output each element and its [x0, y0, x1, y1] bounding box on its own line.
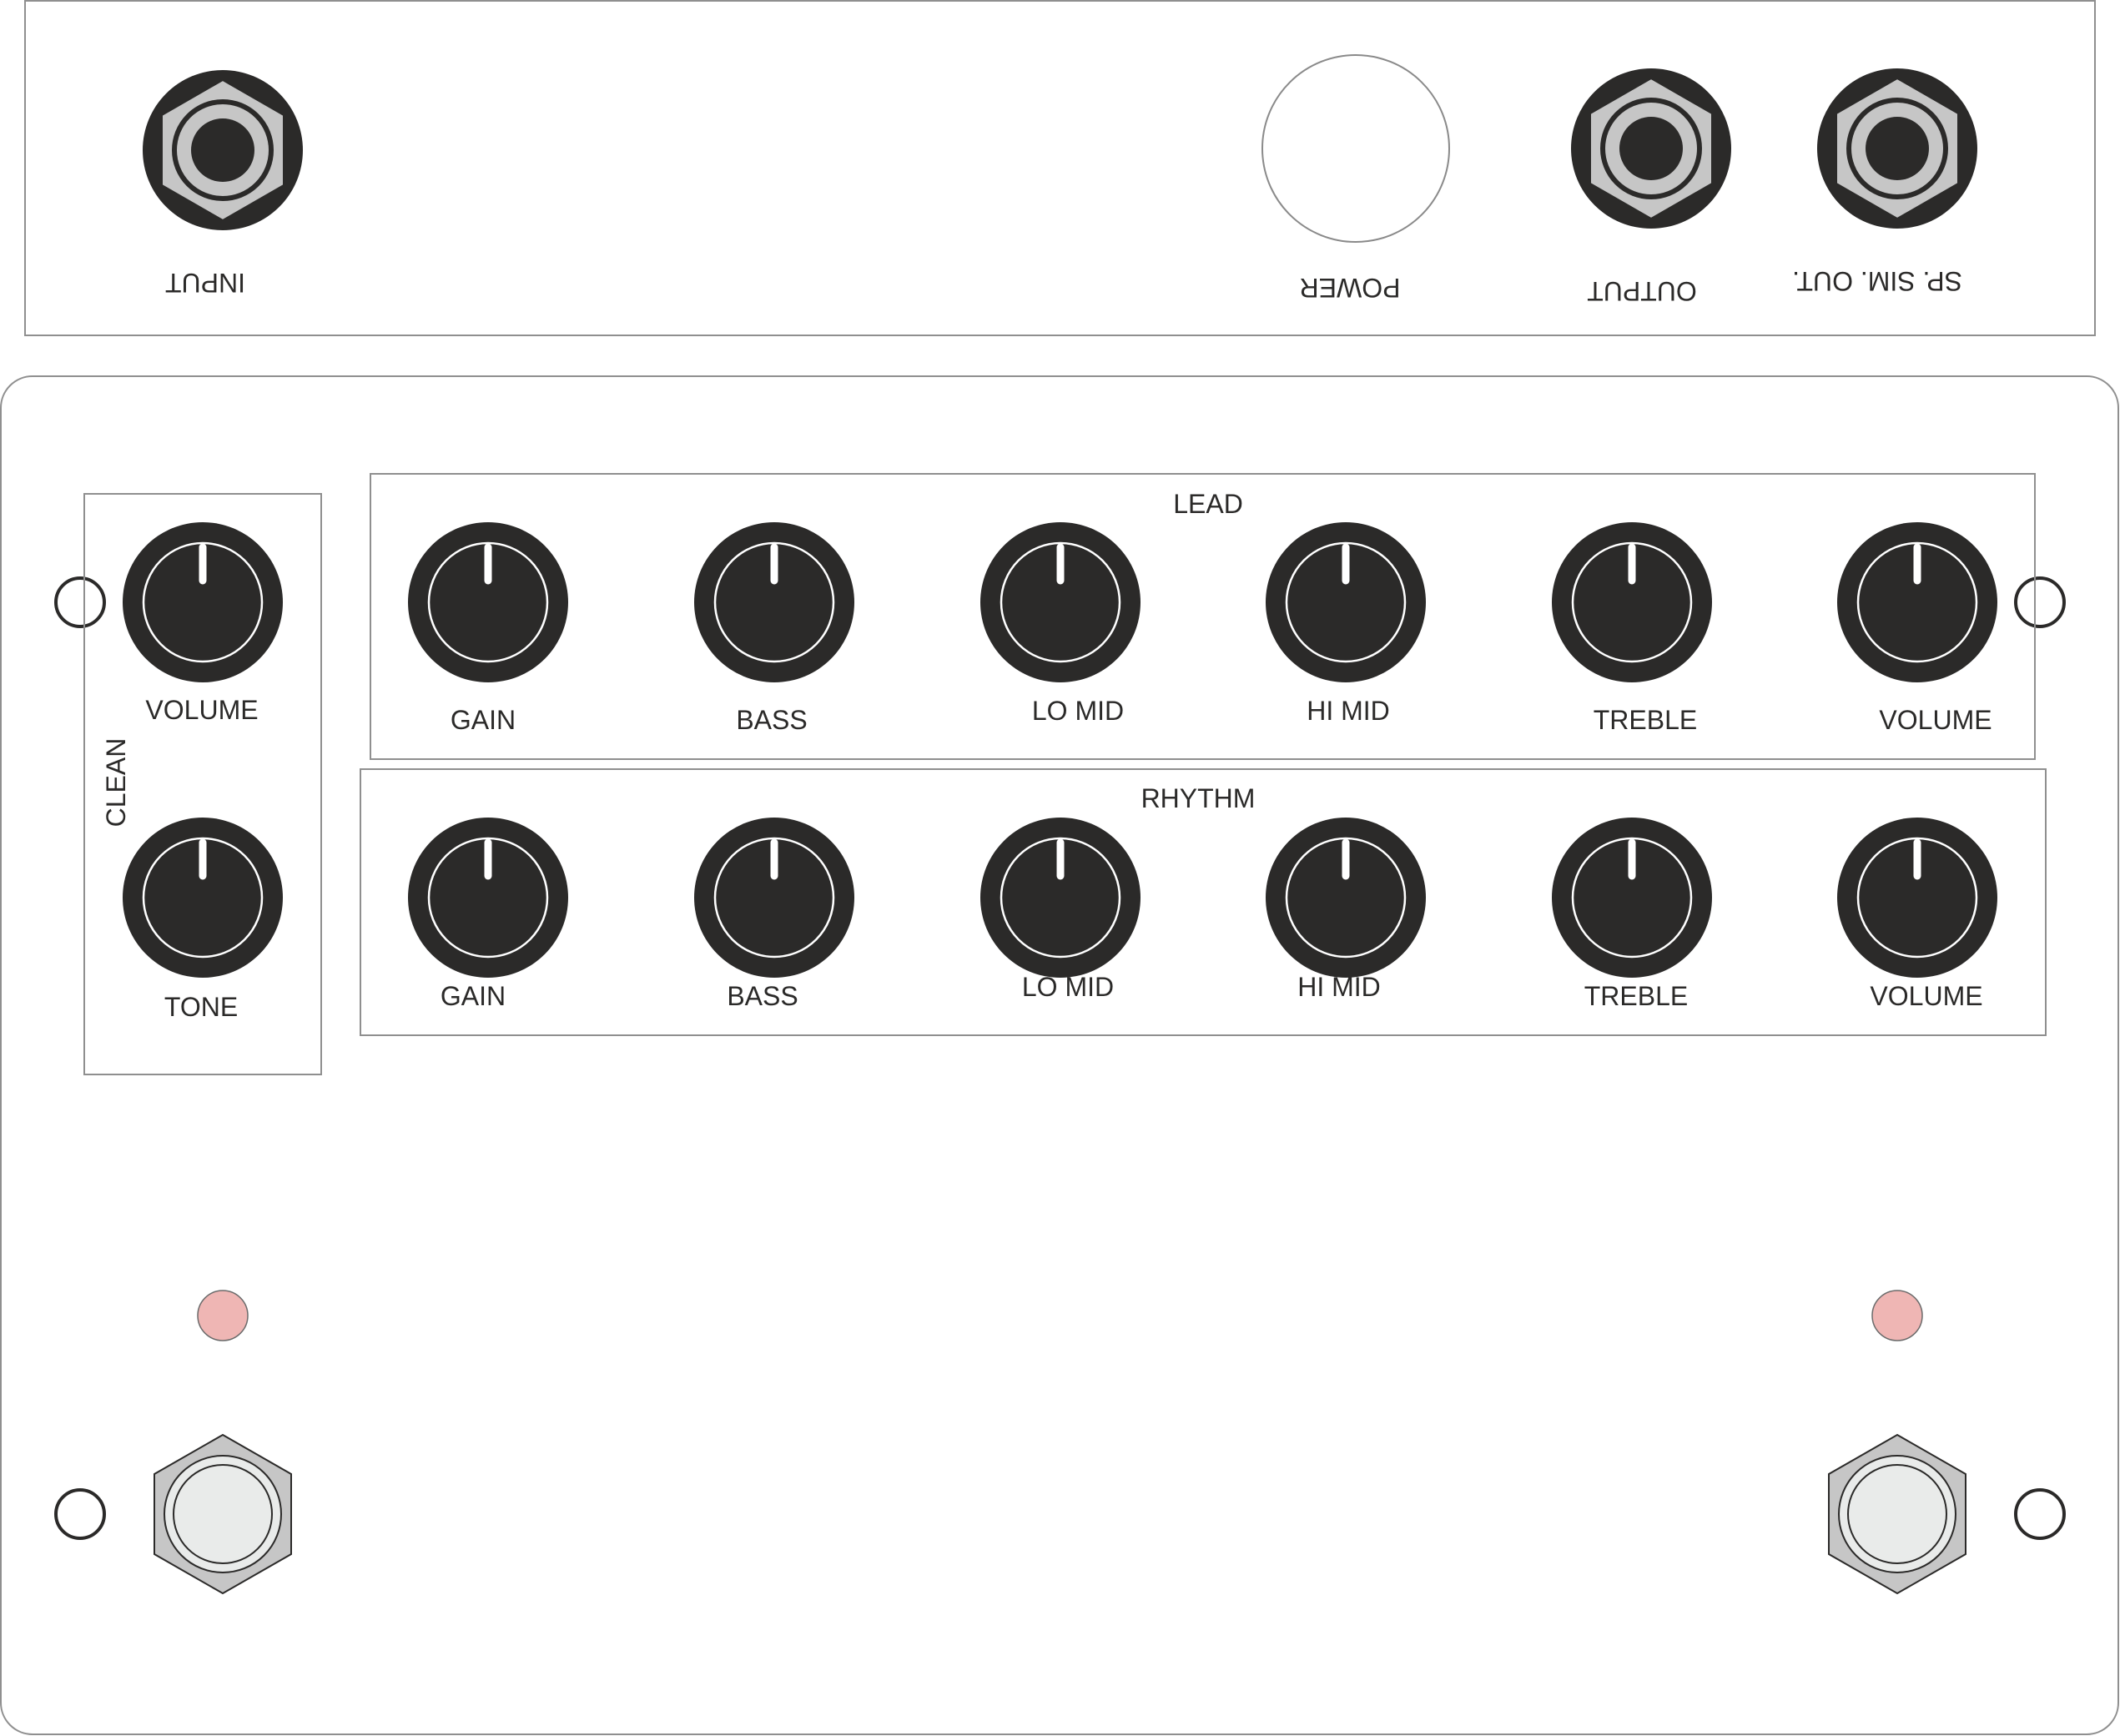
rhythm-knob-label: VOLUME: [1870, 981, 1982, 1011]
rhythm-hi-mid-knob[interactable]: [1266, 818, 1426, 978]
lead-gain-knob[interactable]: [408, 522, 568, 682]
clean-knob-label: TONE: [164, 992, 238, 1022]
lead-lo-mid-knob[interactable]: [980, 522, 1141, 682]
rhythm-section-title: RHYTHM: [1141, 783, 1256, 813]
sp-sim-out-jack[interactable]: [1817, 68, 1977, 229]
top-panel-outline: [24, 0, 2096, 336]
power-hole[interactable]: [1261, 54, 1450, 243]
pedal-panel-drawing: INPUT POWER OUTPUT SP. SIM. OUT. CLEAN L…: [0, 0, 2119, 1735]
rhythm-knob-label: BASS: [727, 981, 798, 1011]
lead-treble-knob[interactable]: [1552, 522, 1712, 682]
clean-knob-label: VOLUME: [145, 695, 258, 725]
lead-bass-knob[interactable]: [694, 522, 854, 682]
rhythm-knob-label: LO MID: [1022, 972, 1114, 1002]
rhythm-bass-knob[interactable]: [694, 818, 854, 978]
lead-knob-label: HI MID: [1307, 696, 1390, 726]
rhythm-lo-mid-knob[interactable]: [980, 818, 1141, 978]
clean-section-title: CLEAN: [101, 738, 131, 828]
left-led-indicator: [197, 1290, 249, 1341]
power-label: POWER: [1300, 273, 1401, 303]
lead-volume-knob[interactable]: [1837, 522, 1997, 682]
rhythm-knob-label: GAIN: [441, 981, 506, 1011]
right-footswitch[interactable]: [1828, 1433, 1966, 1595]
output-jack[interactable]: [1571, 68, 1731, 229]
rhythm-knob-label: TREBLE: [1584, 981, 1688, 1011]
clean-volume-knob[interactable]: [123, 522, 283, 682]
mounting-hole-icon: [54, 576, 106, 628]
rhythm-gain-knob[interactable]: [408, 818, 568, 978]
lead-knob-label: GAIN: [451, 705, 516, 735]
rhythm-knob-label: HI MID: [1297, 972, 1381, 1002]
left-footswitch[interactable]: [154, 1433, 292, 1595]
right-led-indicator: [1871, 1290, 1923, 1341]
rhythm-volume-knob[interactable]: [1837, 818, 1997, 978]
output-jack-label: OUTPUT: [1587, 276, 1697, 306]
mounting-hole-icon: [2014, 1488, 2066, 1540]
sp-sim-out-jack-label: SP. SIM. OUT.: [1792, 266, 1962, 296]
lead-knob-label: LO MID: [1032, 696, 1124, 726]
clean-tone-knob[interactable]: [123, 818, 283, 978]
input-jack[interactable]: [143, 70, 303, 230]
input-jack-label: INPUT: [165, 268, 245, 298]
rhythm-treble-knob[interactable]: [1552, 818, 1712, 978]
lead-section-title: LEAD: [1173, 489, 1243, 519]
lead-hi-mid-knob[interactable]: [1266, 522, 1426, 682]
mounting-hole-icon: [54, 1488, 106, 1540]
knobs-layer: [123, 522, 1997, 978]
lead-knob-label: VOLUME: [1879, 705, 1992, 735]
mounting-hole-icon: [2014, 576, 2066, 628]
lead-knob-label: BASS: [736, 705, 807, 735]
lead-knob-label: TREBLE: [1594, 705, 1697, 735]
